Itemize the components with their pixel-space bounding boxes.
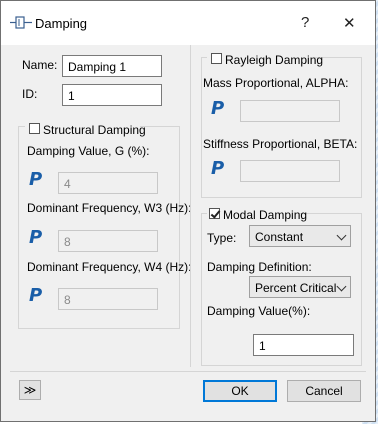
close-icon[interactable]: ✕ [343, 14, 356, 32]
w3-label: Dominant Frequency, W3 (Hz): [27, 201, 192, 215]
parameter-icon[interactable]: P [211, 98, 224, 119]
type-select[interactable]: Constant [249, 225, 351, 247]
w3-input[interactable]: 8 [58, 230, 158, 252]
modal-damping-checkbox[interactable] [209, 208, 220, 219]
damping-window-icon [10, 16, 32, 29]
damping-value-g-label: Damping Value, G (%): [27, 144, 150, 158]
damping-value-input[interactable]: 1 [253, 334, 354, 356]
name-input[interactable]: Damping 1 [62, 55, 162, 77]
damping-definition-value: Percent Critical [255, 281, 337, 295]
structural-damping-checkbox[interactable] [29, 123, 40, 134]
parameter-icon[interactable]: P [29, 169, 42, 190]
rayleigh-damping-label: Rayleigh Damping [225, 53, 324, 67]
id-label: ID: [22, 87, 38, 101]
stiffness-proportional-label: Stiffness Proportional, BETA: [203, 137, 358, 151]
type-select-value: Constant [255, 230, 304, 244]
w4-input[interactable]: 8 [58, 288, 158, 310]
parameter-icon[interactable]: P [29, 285, 42, 306]
structural-damping-label: Structural Damping [43, 123, 146, 137]
window-title: Damping [35, 16, 88, 31]
column-divider [190, 45, 191, 367]
damping-dialog: Damping ? ✕ Name: Damping 1 ID: 1 Struct… [0, 0, 376, 422]
footer-divider [10, 371, 366, 372]
type-label: Type: [207, 231, 237, 245]
chevron-down-icon [336, 230, 347, 241]
parameter-icon[interactable]: P [211, 158, 224, 179]
stiffness-proportional-input[interactable] [240, 160, 340, 182]
name-label: Name: [22, 58, 58, 72]
title-bar: Damping ? ✕ [1, 1, 375, 45]
mass-proportional-input[interactable] [240, 100, 340, 122]
mass-proportional-label: Mass Proportional, ALPHA: [203, 76, 349, 90]
w4-label: Dominant Frequency, W4 (Hz): [27, 260, 192, 274]
id-input[interactable]: 1 [62, 84, 162, 106]
damping-definition-label: Damping Definition: [207, 260, 312, 274]
modal-damping-label: Modal Damping [223, 208, 308, 222]
damping-definition-select[interactable]: Percent Critical [249, 276, 351, 298]
damping-value-g-input[interactable]: 4 [58, 172, 158, 194]
chevron-down-icon [336, 281, 347, 292]
expand-icon[interactable]: ≫ [19, 380, 41, 400]
ok-button[interactable]: OK [203, 380, 277, 402]
damping-value-label: Damping Value(%): [207, 304, 311, 318]
cancel-button[interactable]: Cancel [287, 380, 361, 402]
parameter-icon[interactable]: P [29, 227, 42, 248]
rayleigh-damping-checkbox[interactable] [211, 53, 222, 64]
help-icon[interactable]: ? [301, 14, 309, 31]
